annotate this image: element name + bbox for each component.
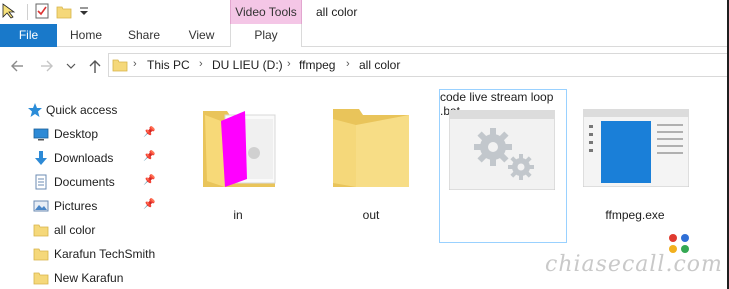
file-item-out[interactable]: out	[328, 96, 414, 226]
breadcrumb-separator[interactable]: ›	[133, 58, 137, 70]
desktop-icon	[33, 128, 49, 141]
file-item-in[interactable]: in	[195, 96, 281, 226]
sidebar-item-label: Desktop	[54, 127, 99, 141]
address-bar[interactable]: › This PC › DU LIEU (D:) › ffmpeg › all …	[108, 53, 729, 77]
folder-icon	[33, 248, 49, 261]
video-tools-label: Video Tools	[235, 5, 297, 19]
window-title: all color	[316, 5, 358, 19]
sidebar-item-label: Downloads	[54, 151, 114, 165]
file-name: out	[362, 208, 380, 222]
sidebar-item-desktop[interactable]: Desktop 📌	[0, 123, 165, 145]
sidebar-item-quick-access[interactable]: Quick access	[0, 99, 165, 121]
file-name: code live stream loop	[440, 90, 554, 104]
watermark-text: chiasecall.com	[545, 252, 723, 277]
sidebar-item-label: all color	[54, 223, 96, 237]
tab-play[interactable]: Play	[230, 24, 302, 47]
downloads-icon	[35, 151, 47, 165]
breadcrumb-separator[interactable]: ›	[199, 58, 203, 70]
file-name: in	[233, 208, 243, 222]
sidebar-item-pictures[interactable]: Pictures 📌	[0, 195, 165, 217]
pin-icon: 📌	[143, 151, 156, 162]
breadcrumb-separator[interactable]: ›	[346, 58, 350, 70]
file-item-code-live-stream-loop-bat[interactable]: code live stream loop .bat	[439, 89, 567, 243]
back-arrow-icon[interactable]	[10, 59, 24, 73]
sidebar-item-downloads[interactable]: Downloads 📌	[0, 147, 165, 169]
pictures-icon	[33, 200, 49, 212]
executable-icon	[583, 109, 689, 187]
file-name: ffmpeg.exe	[605, 208, 665, 222]
folder-icon	[112, 59, 128, 72]
breadcrumb-this-pc[interactable]: This PC	[147, 58, 190, 72]
pin-icon: 📌	[143, 199, 156, 210]
breadcrumb-separator[interactable]: ›	[287, 58, 291, 70]
sidebar-item-new-karafun[interactable]: New Karafun	[0, 267, 165, 289]
folder-with-documents-icon	[203, 111, 276, 187]
new-folder-icon[interactable]	[56, 3, 72, 19]
title-bar: Video Tools all color	[0, 0, 729, 24]
pointer-icon[interactable]	[2, 3, 18, 19]
star-icon	[28, 103, 42, 117]
properties-icon[interactable]	[34, 3, 50, 19]
forward-arrow-icon[interactable]	[40, 59, 54, 73]
breadcrumb-drive[interactable]: DU LIEU (D:)	[212, 58, 283, 72]
customize-toolbar-chevron-icon[interactable]	[76, 3, 92, 19]
folder-icon	[333, 109, 409, 187]
sidebar-item-label: New Karafun	[54, 271, 124, 285]
breadcrumb-ffmpeg[interactable]: ffmpeg	[299, 58, 335, 72]
folder-icon	[33, 272, 49, 285]
folder-icon	[33, 224, 49, 237]
sidebar-item-label: Documents	[54, 175, 115, 189]
tab-home[interactable]: Home	[57, 24, 115, 47]
tab-view[interactable]: View	[173, 24, 230, 47]
documents-icon	[35, 174, 47, 190]
batch-file-gears-icon	[449, 110, 555, 190]
up-arrow-icon[interactable]	[88, 58, 102, 74]
sidebar-item-label: Karafun TechSmith	[54, 247, 156, 261]
recent-locations-chevron-icon[interactable]	[66, 61, 76, 71]
sidebar-item-label: Quick access	[46, 103, 118, 117]
tab-file[interactable]: File	[0, 24, 57, 47]
ribbon-tabs: File Home Share View Play	[0, 24, 729, 47]
sidebar-item-all-color[interactable]: all color	[0, 219, 165, 241]
navigation-pane: Quick access Desktop 📌 Downloads 📌 Docum…	[0, 95, 165, 289]
pin-icon: 📌	[143, 175, 156, 186]
sidebar-item-label: Pictures	[54, 199, 98, 213]
video-tools-contextual-tab: Video Tools	[230, 0, 302, 24]
breadcrumb-all-color[interactable]: all color	[359, 58, 400, 72]
sidebar-item-documents[interactable]: Documents 📌	[0, 171, 165, 193]
pin-icon: 📌	[143, 127, 156, 138]
file-item-ffmpeg-exe[interactable]: ffmpeg.exe	[579, 96, 691, 226]
sidebar-item-karafun-techsmith[interactable]: Karafun TechSmith	[0, 243, 165, 265]
divider	[27, 4, 28, 20]
tab-share[interactable]: Share	[115, 24, 173, 47]
